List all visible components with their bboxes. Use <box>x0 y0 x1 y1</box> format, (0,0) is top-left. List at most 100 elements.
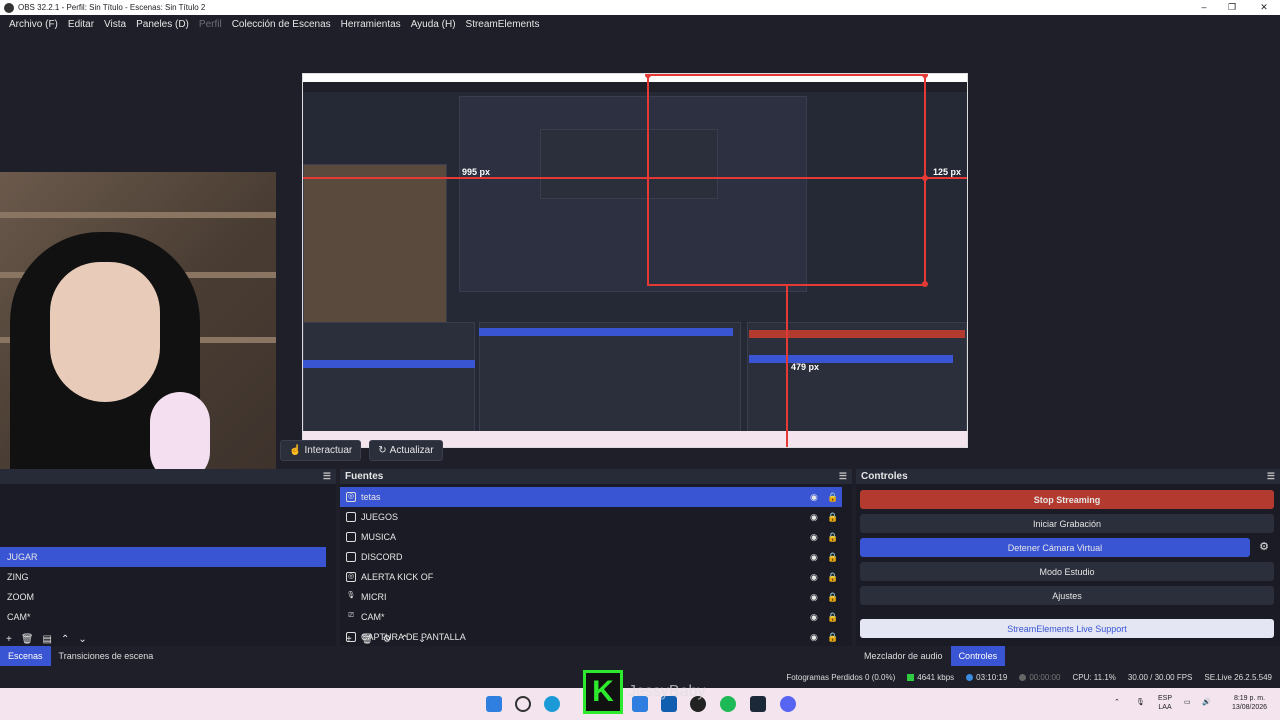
maximize-button[interactable]: ❐ <box>1216 0 1248 15</box>
guide-line-top <box>647 74 926 76</box>
scenes-list-spacer <box>0 484 336 547</box>
menu-streamelements[interactable]: StreamElements <box>461 19 545 30</box>
sources-header: Fuentes ☰ <box>340 469 852 484</box>
sources-dock: Fuentes ☰ ◎ tetas ◉ 🔒 JUEGOS ◉ 🔒 MUSICA … <box>340 469 852 646</box>
preview-canvas[interactable]: 995 px 125 px 479 px <box>302 73 968 448</box>
lock-icon[interactable]: 🔒 <box>827 632 838 643</box>
source-item-micri[interactable]: 🎙 MICRI ◉ 🔒 <box>340 587 852 607</box>
source-item-tetas[interactable]: ◎ tetas ◉ 🔒 <box>340 487 842 507</box>
eye-icon[interactable]: ◉ <box>810 532 818 543</box>
eye-icon[interactable]: ◉ <box>810 552 818 563</box>
stop-virtual-camera-button[interactable]: Detener Cámara Virtual <box>860 538 1250 557</box>
fps: 30.00 / 30.00 FPS <box>1127 672 1193 682</box>
nested-stop <box>749 330 965 338</box>
eye-icon[interactable]: ◉ <box>810 572 818 583</box>
tab-controls[interactable]: Controles <box>950 646 1006 666</box>
menu-docks[interactable]: Paneles (D) <box>131 19 194 30</box>
lock-icon[interactable]: 🔒 <box>827 572 838 583</box>
menu-edit[interactable]: Editar <box>63 19 99 30</box>
search-icon[interactable] <box>515 696 531 712</box>
move-up-icon[interactable]: ⌃ <box>61 634 69 645</box>
move-down-icon[interactable]: ⌄ <box>418 634 426 645</box>
handle-right[interactable] <box>922 175 928 181</box>
lock-icon[interactable]: 🔒 <box>827 552 838 563</box>
source-item-discord[interactable]: DISCORD ◉ 🔒 <box>340 547 852 567</box>
eye-icon[interactable]: ◉ <box>810 512 818 523</box>
settings-button[interactable]: Ajustes <box>860 586 1274 605</box>
discord-icon[interactable] <box>780 696 796 712</box>
remove-source-icon[interactable]: 🗑 <box>361 634 374 645</box>
windows-start-icon[interactable] <box>486 696 502 712</box>
add-source-icon[interactable]: + <box>346 634 352 645</box>
lock-icon[interactable]: 🔒 <box>827 592 838 603</box>
refresh-button[interactable]: ↻ Actualizar <box>369 440 443 461</box>
refresh-label: Actualizar <box>389 445 434 456</box>
eye-icon[interactable]: ◉ <box>810 612 818 623</box>
nested-controls <box>747 322 967 432</box>
lang-region: LAA <box>1158 704 1172 711</box>
handle-bottom-right[interactable] <box>922 281 928 287</box>
add-scene-icon[interactable]: + <box>6 634 12 645</box>
eye-icon[interactable]: ◉ <box>810 492 818 503</box>
dock-menu-icon[interactable]: ☰ <box>323 471 331 482</box>
lock-icon[interactable]: 🔒 <box>827 612 838 623</box>
bitrate-group: 4641 kbps <box>907 673 954 682</box>
chevron-up-icon[interactable]: ⌃ <box>1114 698 1120 707</box>
signal-icon <box>907 673 915 681</box>
source-item-cam[interactable]: ⎚ CAM* ◉ 🔒 <box>340 607 852 627</box>
menu-view[interactable]: Vista <box>99 19 131 30</box>
lock-icon[interactable]: 🔒 <box>827 532 838 543</box>
shelf-1 <box>0 212 276 218</box>
left-dock-tabs: Escenas Transiciones de escena <box>0 646 161 666</box>
eye-icon[interactable]: ◉ <box>810 632 818 643</box>
clock-time: 8:19 p. m. <box>1233 695 1266 702</box>
move-up-icon[interactable]: ⌃ <box>401 634 409 645</box>
rec-time-group: 00:00:00 <box>1019 673 1060 682</box>
tab-scenes[interactable]: Escenas <box>0 646 51 666</box>
move-down-icon[interactable]: ⌄ <box>78 634 86 645</box>
close-button[interactable]: ✕ <box>1248 0 1280 15</box>
scene-item-jugar[interactable]: JUGAR <box>0 547 326 567</box>
menu-help[interactable]: Ayuda (H) <box>406 19 461 30</box>
lock-icon[interactable]: 🔒 <box>827 512 838 523</box>
dock-menu-icon[interactable]: ☰ <box>1267 471 1275 482</box>
spotify-icon[interactable] <box>720 696 736 712</box>
studio-mode-button[interactable]: Modo Estudio <box>860 562 1274 581</box>
monitor-tray-icon[interactable]: ▭ <box>1184 698 1191 707</box>
clock[interactable]: 8:19 p. m. 13/08/2026 <box>1232 694 1267 712</box>
interact-button[interactable]: ☝ Interactuar <box>280 440 362 461</box>
gear-icon[interactable]: ⚙ <box>1256 538 1272 557</box>
lock-icon[interactable]: 🔒 <box>827 492 838 503</box>
menu-file[interactable]: Archivo (F) <box>4 19 63 30</box>
source-settings-icon[interactable]: ⚙ <box>383 634 392 645</box>
source-item-musica[interactable]: MUSICA ◉ 🔒 <box>340 527 852 547</box>
menu-profile[interactable]: Perfil <box>194 19 227 30</box>
menu-bar: Archivo (F) Editar Vista Paneles (D) Per… <box>0 15 1280 33</box>
volume-icon[interactable]: 🔊 <box>1202 698 1211 707</box>
source-item-alerta[interactable]: ◎ ALERTA KICK OF ◉ 🔒 <box>340 567 852 587</box>
language-indicator[interactable]: ESP LAA <box>1158 694 1172 712</box>
menu-tools[interactable]: Herramientas <box>336 19 406 30</box>
controls-dock: Controles ☰ Stop Streaming Iniciar Graba… <box>856 469 1280 646</box>
stop-streaming-button[interactable]: Stop Streaming <box>860 490 1274 509</box>
tab-audio-mixer[interactable]: Mezclador de audio <box>856 646 951 666</box>
steam-icon[interactable] <box>750 696 766 712</box>
source-item-juegos[interactable]: JUEGOS ◉ 🔒 <box>340 507 852 527</box>
guide-line-horizontal <box>303 177 967 179</box>
scene-item-zing[interactable]: ZING <box>0 567 336 587</box>
edge-icon[interactable] <box>544 696 560 712</box>
eye-icon[interactable]: ◉ <box>810 592 818 603</box>
dock-menu-icon[interactable]: ☰ <box>839 471 847 482</box>
scene-item-zoom[interactable]: ZOOM <box>0 587 336 607</box>
mic-tray-icon[interactable]: 🎙 <box>1136 698 1145 707</box>
menu-scene-collection[interactable]: Colección de Escenas <box>227 19 336 30</box>
stream-time-group: 03:10:19 <box>966 673 1007 682</box>
remove-scene-icon[interactable]: 🗑 <box>21 634 34 645</box>
tab-transitions[interactable]: Transiciones de escena <box>51 646 162 666</box>
filter-scene-icon[interactable]: ▤ <box>43 634 52 645</box>
se-live-support-button[interactable]: StreamElements Live Support <box>860 619 1274 638</box>
camera-icon: ⎚ <box>348 612 354 619</box>
start-recording-button[interactable]: Iniciar Grabación <box>860 514 1274 533</box>
scene-item-cam[interactable]: CAM* <box>0 607 336 627</box>
right-dock-tabs: Mezclador de audio Controles <box>856 646 1006 666</box>
